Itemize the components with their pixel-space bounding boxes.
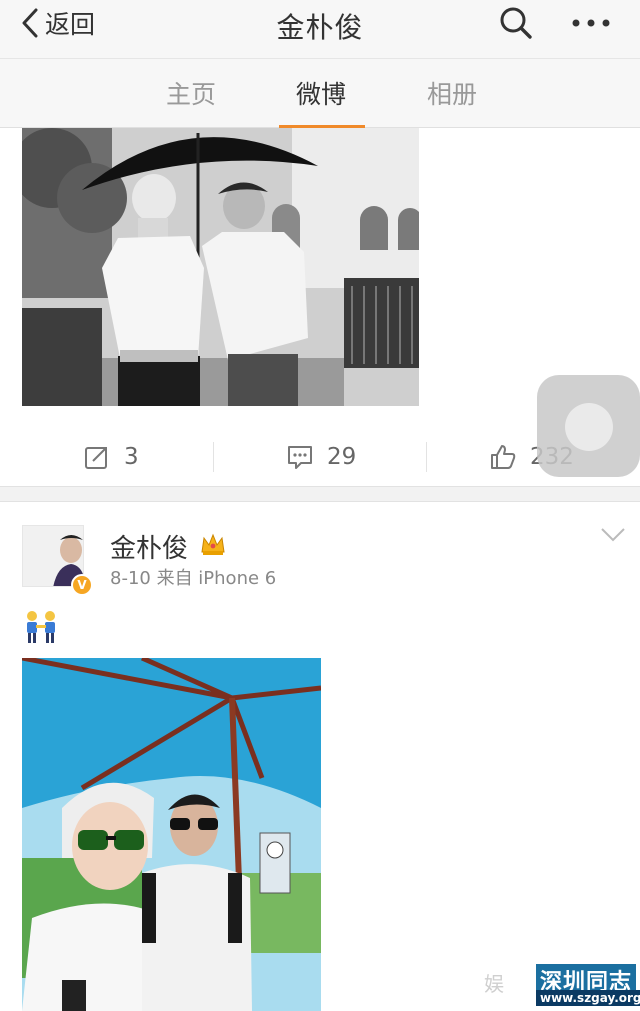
two-men-emoji-icon (27, 611, 55, 643)
thumbs-up-icon (491, 445, 516, 469)
comment-count: 29 (327, 444, 357, 470)
post-photo-bw[interactable] (22, 128, 419, 406)
post-username[interactable]: 金朴俊 (110, 528, 188, 565)
repost-count: 3 (124, 444, 139, 470)
verified-badge: V (71, 574, 93, 596)
more-dots-icon[interactable] (570, 6, 612, 40)
tab-weibo[interactable]: 微博 (296, 75, 346, 111)
top-bar: 返回 金朴俊 (0, 0, 640, 58)
comment-icon (288, 446, 312, 469)
tab-home[interactable]: 主页 (166, 75, 216, 111)
post-photo-selfie[interactable] (22, 658, 321, 1011)
chevron-down-icon[interactable] (600, 526, 626, 544)
repost-button[interactable]: 3 (84, 428, 139, 486)
comment-button[interactable]: 29 (287, 428, 356, 486)
crown-icon (201, 533, 225, 555)
action-divider (213, 442, 214, 472)
search-icon[interactable] (498, 6, 534, 40)
profile-tabs: 主页 微博 相册 (0, 58, 640, 129)
tab-album[interactable]: 相册 (427, 75, 477, 111)
page-title: 金朴俊 (276, 11, 364, 44)
action-divider (426, 442, 427, 472)
repost-icon (85, 447, 107, 469)
floating-assistive-button[interactable] (537, 375, 640, 477)
watermark-url: www.szgay.org (536, 990, 640, 1006)
photo-illustration (22, 658, 321, 1011)
post-meta: 8-10 来自 iPhone 6 (110, 568, 277, 589)
photo-illustration (22, 128, 419, 406)
watermark-text: 娱 (484, 972, 504, 996)
assistive-dot-icon (565, 403, 613, 451)
post-separator (0, 486, 640, 502)
